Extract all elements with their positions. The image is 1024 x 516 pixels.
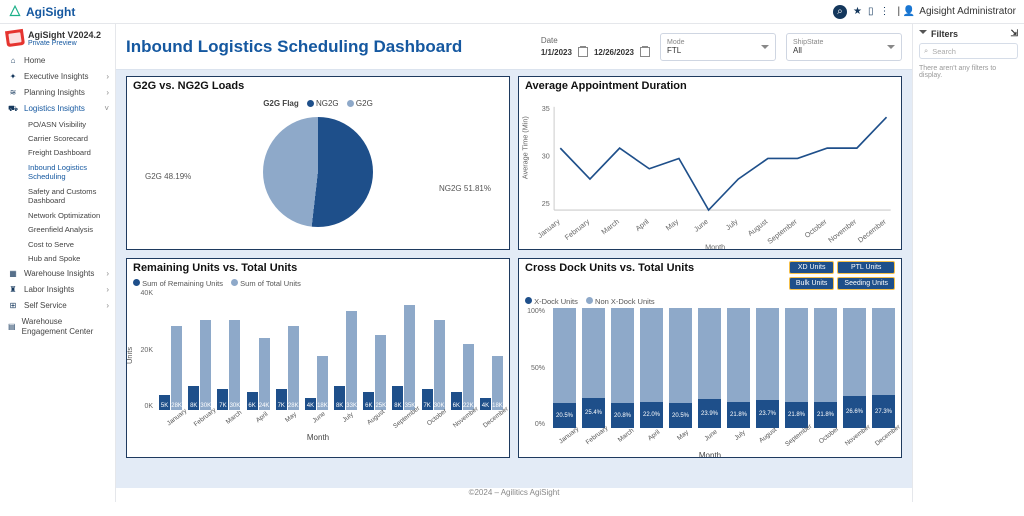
chart-cross-dock: Cross Dock Units vs. Total Units XD Unit… [518, 258, 902, 458]
chart-appt-duration: Average Appointment Duration Average Tim… [518, 76, 902, 250]
brand: AgiSight [8, 5, 75, 19]
expand-icon[interactable]: ⇲ [1010, 28, 1018, 39]
svg-text:25: 25 [542, 199, 550, 208]
main: Inbound Logistics Scheduling Dashboard D… [116, 24, 912, 502]
svg-text:June: June [692, 217, 710, 234]
filter-icon [919, 30, 927, 38]
sidebar-item[interactable]: ▤Warehouse Engagement Center [0, 314, 115, 340]
footer: ©2024 – Agilitics AgiSight [116, 488, 912, 502]
dashboard-header: Inbound Logistics Scheduling Dashboard D… [116, 24, 912, 70]
ptl-units-button[interactable]: PTL Units [837, 261, 895, 274]
sidebar-item[interactable]: ⊞Self Service› [0, 298, 115, 314]
chart-remaining-units: Remaining Units vs. Total Units Sum of R… [126, 258, 510, 458]
bulk-units-button[interactable]: Bulk Units [789, 277, 835, 290]
top-bar: AgiSight ⌕ ★ ▯ ⋮ | 👤 Agisight Administra… [0, 0, 1024, 24]
more-icon[interactable]: ⋮ [879, 6, 889, 17]
nav: ⌂Home✦Executive Insights›≋Planning Insig… [0, 53, 115, 340]
sidebar-item[interactable]: ≋Planning Insights› [0, 85, 115, 101]
sidebar-subitem[interactable]: Freight Dashboard [24, 146, 115, 160]
filters-panel: Filters⇲ ⌕Search There aren't any filter… [912, 24, 1024, 502]
sidebar-subitem[interactable]: PO/ASN Visibility [24, 117, 115, 131]
sidebar-subitem[interactable]: Hub and Spoke [24, 252, 115, 266]
sidebar-subitem[interactable]: Safety and Customs Dashboard [24, 184, 115, 208]
user-menu[interactable]: | 👤 Agisight Administrator [897, 6, 1016, 17]
calendar-icon [640, 47, 650, 57]
bookmark-icon[interactable]: ★ [853, 6, 862, 17]
svg-text:August: August [746, 217, 769, 238]
svg-text:March: March [599, 217, 620, 236]
svg-text:November: November [826, 217, 858, 245]
shipstate-select[interactable]: ShipState All [786, 33, 902, 61]
page-icon[interactable]: ▯ [868, 6, 874, 17]
svg-text:December: December [856, 217, 888, 245]
app-tag: AgiSight V2024.2 Private Preview [0, 28, 115, 53]
filter-search[interactable]: ⌕Search [919, 43, 1018, 59]
sidebar-item[interactable]: ⌂Home [0, 53, 115, 69]
svg-text:July: July [724, 217, 740, 232]
svg-text:February: February [563, 217, 592, 242]
sidebar-item[interactable]: ▦Warehouse Insights› [0, 266, 115, 282]
svg-text:30: 30 [542, 151, 550, 160]
calendar-icon [578, 47, 588, 57]
bar-chart: 40K20K0K 5K28K8K30K7K30K6K24K7K28K4K18K8… [127, 290, 509, 410]
sidebar-item[interactable]: ✦Executive Insights› [0, 69, 115, 85]
page-title: Inbound Logistics Scheduling Dashboard [126, 37, 462, 57]
chart-grid: G2G vs. NG2G Loads G2G Flag NG2G G2G NG2… [116, 70, 912, 488]
svg-text:September: September [765, 217, 799, 246]
svg-text:January: January [536, 217, 562, 240]
sidebar: AgiSight V2024.2 Private Preview ⌂Home✦E… [0, 24, 116, 502]
svg-text:Average Time (Min): Average Time (Min) [520, 116, 529, 179]
sidebar-subitem[interactable]: Greenfield Analysis [24, 223, 115, 237]
top-actions: ⌕ ★ ▯ ⋮ [833, 5, 889, 19]
svg-text:April: April [634, 217, 651, 233]
stacked-bar-chart: 100%50%0% 20.5%25.4%20.8%22.0%20.5%23.9%… [519, 308, 901, 428]
svg-text:May: May [664, 217, 681, 233]
user-icon: | 👤 [897, 6, 915, 17]
pie-chart [263, 117, 373, 227]
sidebar-subitem[interactable]: Cost to Serve [24, 237, 115, 251]
sidebar-item[interactable]: ♜Labor Insights› [0, 282, 115, 298]
app-logo-icon [5, 29, 25, 47]
seeding-units-button[interactable]: Seeding Units [837, 277, 895, 290]
sidebar-item[interactable]: ⛟Logistics Insights˅ [0, 101, 115, 117]
mode-select[interactable]: Mode FTL [660, 33, 776, 61]
svg-text:October: October [803, 217, 829, 240]
svg-text:Month: Month [705, 242, 725, 250]
xd-units-button[interactable]: XD Units [789, 261, 835, 274]
date-filter[interactable]: Date 1/1/2023 12/26/2023 [541, 36, 650, 57]
search-icon[interactable]: ⌕ [833, 5, 847, 19]
chart-g2g-pie: G2G vs. NG2G Loads G2G Flag NG2G G2G NG2… [126, 76, 510, 250]
line-chart: Average Time (Min) 35 30 25 JanuaryFebru… [519, 95, 901, 250]
svg-text:35: 35 [542, 104, 550, 113]
sidebar-subitem[interactable]: Carrier Scorecard [24, 131, 115, 145]
filters-empty: There aren't any filters to display. [919, 65, 1018, 79]
sidebar-subitem[interactable]: Inbound Logistics Scheduling [24, 160, 115, 184]
chart-buttons: XD Units PTL Units Bulk Units Seeding Un… [789, 261, 895, 290]
sidebar-subitem[interactable]: Network Optimization [24, 208, 115, 222]
search-icon: ⌕ [924, 46, 928, 56]
